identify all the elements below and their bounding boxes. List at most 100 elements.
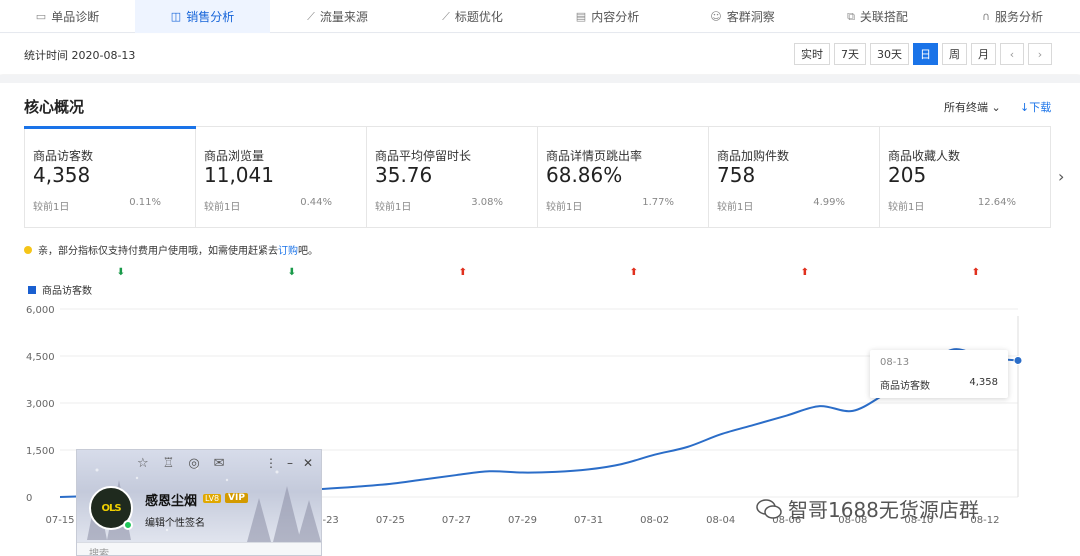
tab-content-analysis[interactable]: ▤ 内容分析	[540, 0, 675, 33]
close-icon[interactable]: ✕	[303, 456, 313, 470]
online-status-icon	[123, 520, 133, 530]
tab-single-diagnosis[interactable]: ▭ 单品诊断	[0, 0, 135, 33]
subscribe-link[interactable]: 订购	[278, 246, 298, 257]
document-icon: ▤	[575, 10, 587, 23]
download-link[interactable]: ↓下载	[1020, 99, 1051, 115]
notice: 亲，部分指标仅支持付费用户使用哦，如需使用赶紧去订购吧。	[24, 242, 318, 257]
x-tick-label: 07-27	[442, 515, 471, 526]
arrow-up-icon: ⬆	[629, 267, 638, 278]
y-tick-label: 0	[26, 493, 32, 504]
tab-traffic-source[interactable]: ⟋ 流量来源	[270, 0, 405, 33]
metric-pct: 3.08%	[471, 197, 503, 208]
watermark: 智哥1688无货源店群	[756, 494, 979, 523]
metric-card-visitors[interactable]: 商品访客数 4,358 较前1日 0.11% ⬇	[24, 126, 196, 278]
warning-dot-icon	[24, 245, 32, 254]
chat-profile-window[interactable]: ☆ ♖ ◎ ✉ ⋮ – ✕ OLS 感恩尘烟 LV8 VIP 编辑个性签名 搜索	[76, 449, 322, 556]
chevron-down-icon: ⌄	[991, 101, 1001, 114]
x-tick-label: 07-25	[376, 515, 405, 526]
section-divider	[0, 75, 1080, 83]
arrow-up-icon: ⬆	[800, 267, 809, 278]
metric-pct: 0.11%	[129, 197, 161, 208]
section-title: 核心概况	[24, 98, 85, 116]
metric-compare: 较前1日	[375, 202, 412, 213]
signature-field[interactable]: 编辑个性签名	[145, 514, 205, 529]
metric-compare: 较前1日	[33, 202, 70, 213]
metric-label: 商品收藏人数	[888, 149, 961, 163]
y-tick-label: 1,500	[26, 446, 55, 457]
link-icon: ⧉	[847, 9, 855, 23]
monitor-icon: ▭	[35, 10, 47, 23]
chart-tooltip: 08-13 商品访客数 4,358	[870, 350, 1008, 398]
line-chart-icon: ⟋	[442, 9, 450, 23]
y-tick-label: 4,500	[26, 352, 55, 363]
metric-compare: 较前1日	[717, 202, 754, 213]
metric-label: 商品详情页跳出率	[546, 149, 643, 163]
tab-sales-analysis[interactable]: ◫ 销售分析	[135, 0, 270, 33]
metric-compare: 较前1日	[546, 202, 583, 213]
x-tick-label: 08-04	[706, 515, 735, 526]
x-tick-label: 08-02	[640, 515, 669, 526]
cards-next-button[interactable]: ›	[1058, 167, 1064, 186]
metric-card-bounce-rate[interactable]: 商品详情页跳出率 68.86% 较前1日 1.77% ⬆	[538, 127, 709, 278]
arrow-up-icon: ⬆	[971, 267, 980, 278]
star-icon[interactable]: ☆	[137, 456, 149, 471]
metric-value: 758	[717, 163, 756, 187]
metric-card-stay-time[interactable]: 商品平均停留时长 35.76 较前1日 3.08% ⬆	[367, 127, 538, 278]
chat-search-input[interactable]: 搜索	[77, 542, 321, 556]
metric-label: 商品访客数	[33, 149, 94, 163]
chat-toolbar: ☆ ♖ ◎ ✉	[137, 456, 225, 471]
metric-cards: 商品访客数 4,358 较前1日 0.11% ⬇ 商品浏览量 11,041 较前1…	[24, 126, 1051, 278]
period-selector: 实时 7天 30天 日 周 月 ‹ ›	[794, 43, 1052, 65]
period-month-button[interactable]: 月	[971, 43, 996, 65]
metric-card-add-cart[interactable]: 商品加购件数 758 较前1日 4.99% ⬆	[709, 127, 880, 278]
more-icon[interactable]: ⋮	[265, 456, 277, 470]
analysis-tabbar: ▭ 单品诊断 ◫ 销售分析 ⟋ 流量来源 ⟋ 标题优化 ▤ 内容分析 ☺ 客群洞察 ⧉ 关联搭…	[0, 0, 1080, 33]
period-7d-button[interactable]: 7天	[834, 43, 866, 65]
minimize-icon[interactable]: –	[287, 456, 293, 470]
metric-label: 商品平均停留时长	[375, 149, 472, 163]
tooltip-series-name: 商品访客数	[880, 381, 930, 392]
tab-related-match[interactable]: ⧉ 关联搭配	[810, 0, 945, 33]
metric-compare: 较前1日	[204, 202, 241, 213]
prev-date-button[interactable]: ‹	[1000, 43, 1024, 65]
chevron-right-icon: ›	[1058, 167, 1065, 186]
notice-text: 亲，部分指标仅支持付费用户使用哦，如需使用赶紧去订购吧。	[38, 246, 318, 257]
metric-pct: 0.44%	[300, 197, 332, 208]
metric-label: 商品加购件数	[717, 149, 790, 163]
legend-swatch	[28, 285, 36, 294]
search-placeholder: 搜索	[89, 549, 109, 556]
terminal-dropdown[interactable]: 所有终端 ⌄	[944, 99, 1001, 115]
badge-icon[interactable]: ◎	[188, 456, 199, 471]
metric-card-pageviews[interactable]: 商品浏览量 11,041 较前1日 0.44% ⬇	[196, 127, 367, 278]
metric-card-favorites[interactable]: 商品收藏人数 205 较前1日 12.64% ⬆	[880, 127, 1050, 278]
bag-icon: ◫	[170, 10, 182, 23]
y-tick-label: 6,000	[26, 305, 55, 316]
window-controls: ⋮ – ✕	[265, 456, 313, 470]
tab-service-analysis[interactable]: ∩ 服务分析	[945, 0, 1080, 33]
mail-icon[interactable]: ✉	[214, 456, 225, 471]
tab-title-optimize[interactable]: ⟋ 标题优化	[405, 0, 540, 33]
arrow-up-icon: ⬆	[458, 267, 467, 278]
y-tick-label: 3,000	[26, 399, 55, 410]
metric-pct: 1.77%	[642, 197, 674, 208]
chart-legend[interactable]: 商品访客数	[28, 282, 92, 297]
period-week-button[interactable]: 周	[942, 43, 967, 65]
tooltip-value: 4,358	[969, 377, 998, 388]
period-30d-button[interactable]: 30天	[870, 43, 909, 65]
shirt-icon[interactable]: ♖	[163, 456, 175, 471]
date-bar: 统计时间 2020-08-13 实时 7天 30天 日 周 月 ‹ ›	[0, 34, 1080, 74]
period-day-button[interactable]: 日	[913, 43, 938, 65]
metric-value: 205	[888, 163, 927, 187]
nickname: 感恩尘烟	[145, 494, 198, 509]
users-icon: ☺	[710, 10, 722, 23]
data-point-highlight	[1013, 355, 1023, 365]
metric-label: 商品浏览量	[204, 149, 265, 163]
tab-customer-insight[interactable]: ☺ 客群洞察	[675, 0, 810, 33]
metric-value: 68.86%	[546, 163, 623, 187]
arrow-down-icon: ⬇	[116, 267, 125, 278]
period-realtime-button[interactable]: 实时	[794, 43, 830, 65]
x-tick-label: 07-31	[574, 515, 603, 526]
wechat-icon	[756, 498, 782, 519]
next-date-button[interactable]: ›	[1028, 43, 1052, 65]
x-tick-label: 07-29	[508, 515, 537, 526]
